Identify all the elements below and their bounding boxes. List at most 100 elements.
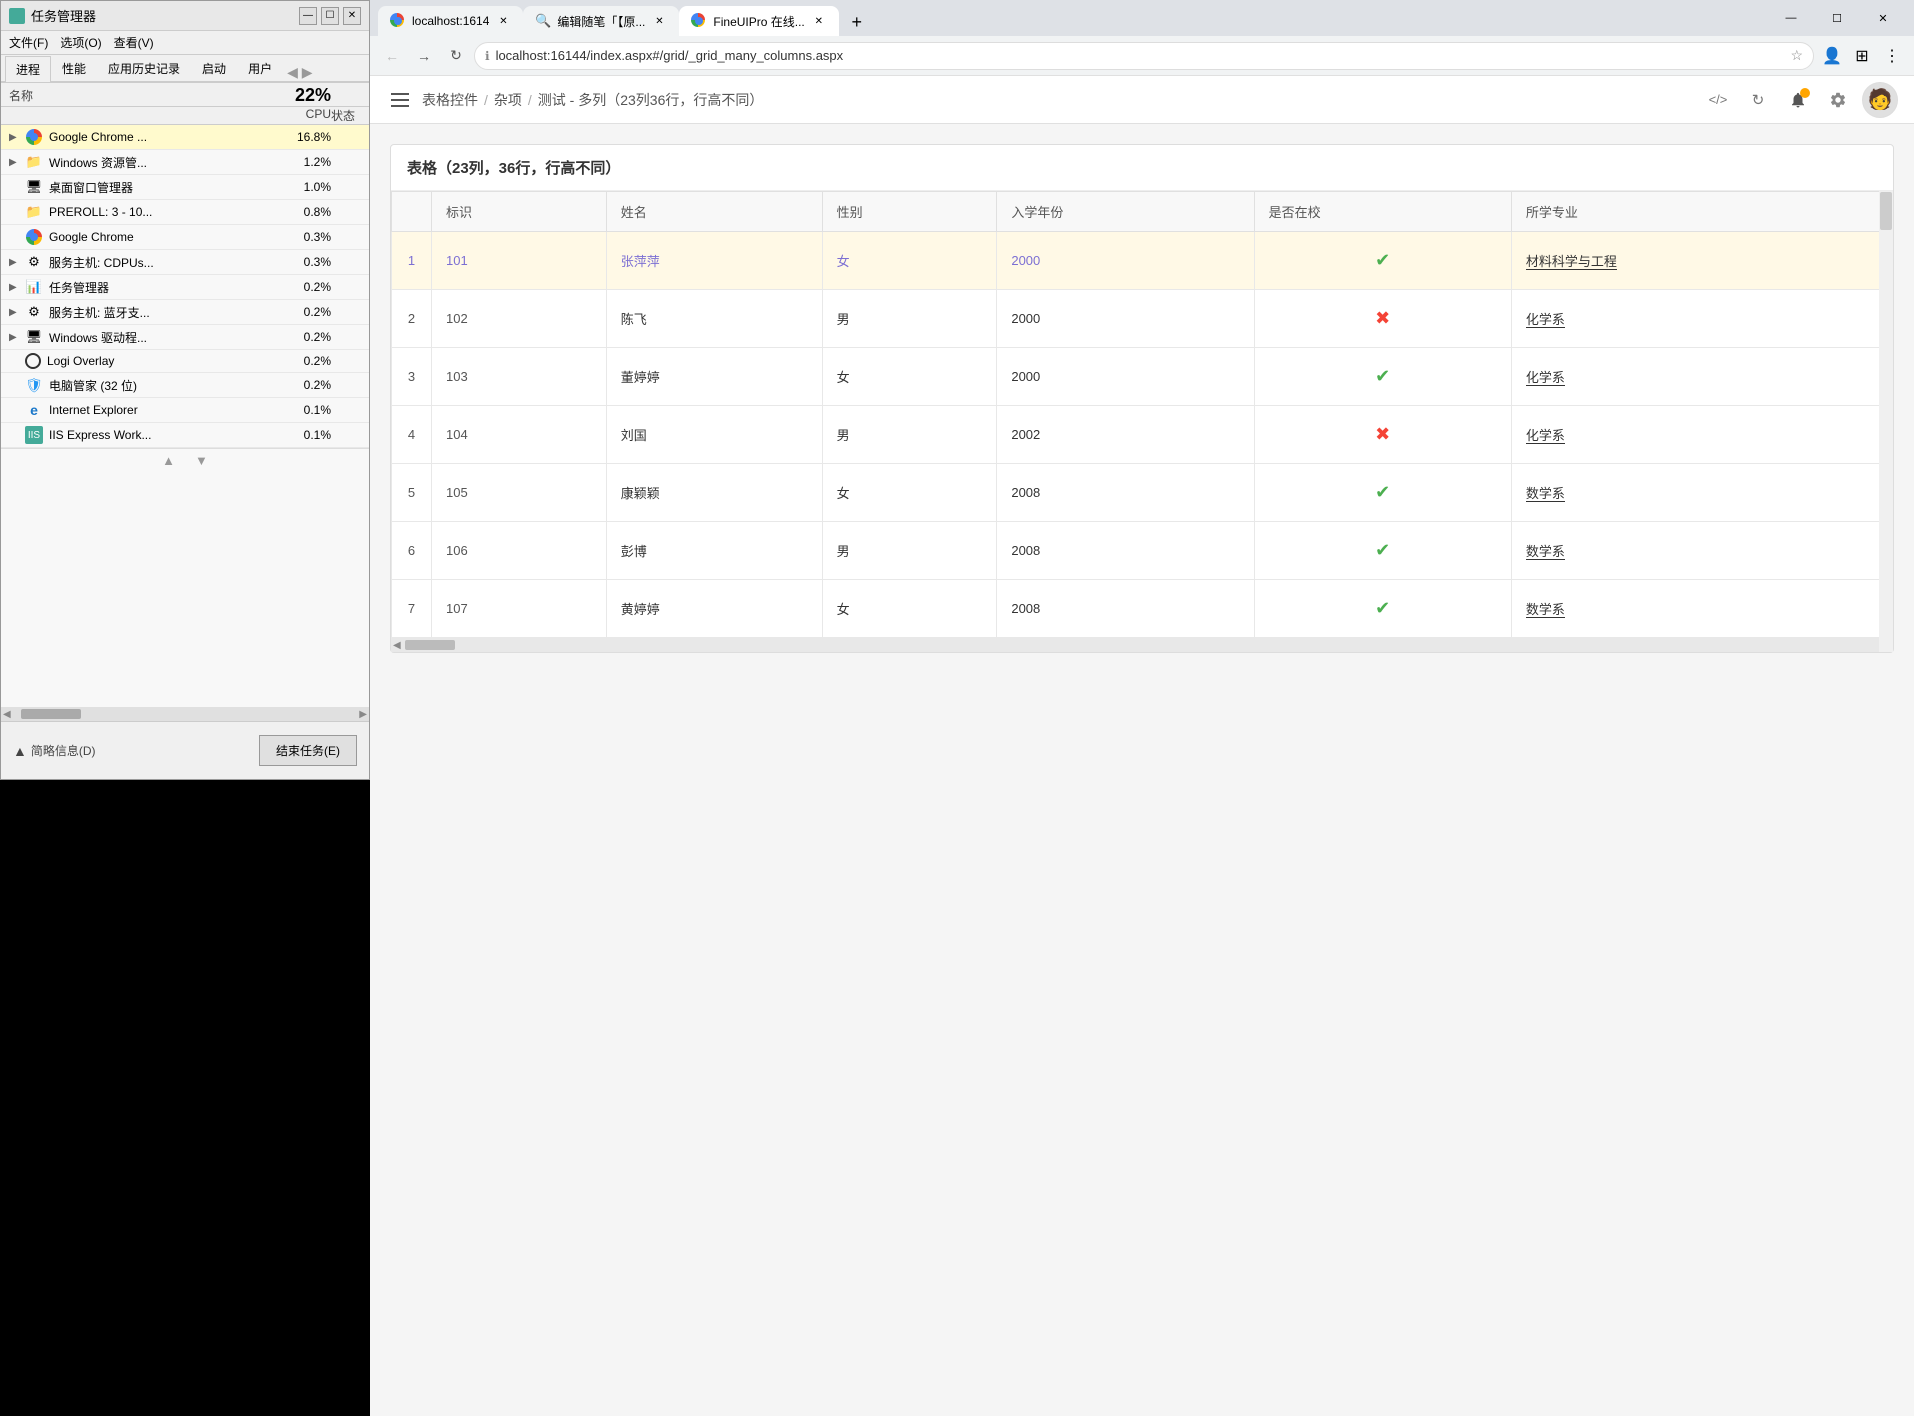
expand-icon[interactable]: ▶ <box>9 257 21 268</box>
list-item[interactable]: ▶ 📁 PREROLL: 3 - 10... 0.8% <box>1 200 369 225</box>
end-task-button[interactable]: 结束任务(E) <box>259 735 357 766</box>
h-scroll-left[interactable]: ◀ <box>393 640 401 651</box>
table-row[interactable]: 4 104 刘国 男 2002 ✖ 化学系 <box>392 406 1893 464</box>
tab-close-2[interactable]: ✕ <box>651 13 667 29</box>
h-scroll-right-btn[interactable]: ▶ <box>359 709 367 720</box>
list-item[interactable]: ▶ Google Chrome 0.3% <box>1 225 369 250</box>
list-item[interactable]: ▶ Logi Overlay 0.2% <box>1 350 369 373</box>
h-scroll-thumb[interactable] <box>405 640 455 650</box>
tab-close-3[interactable]: ✕ <box>811 13 827 29</box>
breadcrumb-item-2[interactable]: 杂项 <box>494 90 522 110</box>
table-row[interactable]: 6 106 彭博 男 2008 ✔ 数学系 <box>392 522 1893 580</box>
expand-icon[interactable]: ▶ <box>9 157 21 168</box>
tm-summary-label[interactable]: 简略信息(D) <box>31 742 96 759</box>
tm-tab-startup[interactable]: 启动 <box>191 55 237 81</box>
more-options-icon[interactable]: ⋮ <box>1878 42 1906 70</box>
list-item[interactable]: ▶ 🛡 电脑管家 (32 位) 0.2% <box>1 373 369 398</box>
expand-icon[interactable]: ▶ <box>9 132 21 143</box>
chrome-close-button[interactable]: ✕ <box>1860 4 1906 32</box>
tab-close-1[interactable]: ✕ <box>495 13 511 29</box>
chrome-tab-1[interactable]: localhost:1614 ✕ <box>378 6 523 36</box>
tm-title-text: 任务管理器 <box>31 6 96 25</box>
col-header-year[interactable]: 入学年份 <box>997 192 1254 232</box>
tm-minimize-button[interactable]: — <box>299 7 317 25</box>
col-header-id[interactable]: 标识 <box>432 192 607 232</box>
list-item[interactable]: ▶ 📁 Windows 资源管... 1.2% <box>1 150 369 175</box>
tm-bottom-bar: ▲ 简略信息(D) 结束任务(E) <box>1 721 369 779</box>
cell-rownum: 4 <box>392 406 432 464</box>
tm-menu-file[interactable]: 文件(F) <box>9 34 48 51</box>
tm-tab-users[interactable]: 用户 <box>237 55 283 81</box>
sidebar-toggle-button[interactable] <box>386 86 414 114</box>
table-row[interactable]: 7 107 黄婷婷 女 2008 ✔ 数学系 <box>392 580 1893 638</box>
dept-link[interactable]: 数学系 <box>1526 602 1565 618</box>
name-link[interactable]: 张萍萍 <box>621 254 660 269</box>
settings-button[interactable] <box>1822 84 1854 116</box>
col-header-enrolled[interactable]: 是否在校 <box>1254 192 1511 232</box>
list-item[interactable]: ▶ e Internet Explorer 0.1% <box>1 398 369 423</box>
address-text[interactable]: localhost:16144/index.aspx#/grid/_grid_m… <box>496 48 1785 63</box>
tm-menu-view[interactable]: 查看(V) <box>114 34 154 51</box>
tm-maximize-button[interactable]: ☐ <box>321 7 339 25</box>
list-item[interactable]: ▶ ⚙ 服务主机: CDPUs... 0.3% <box>1 250 369 275</box>
list-item[interactable]: ▶ IIS IIS Express Work... 0.1% <box>1 423 369 448</box>
address-bar[interactable]: ℹ localhost:16144/index.aspx#/grid/_grid… <box>474 42 1814 70</box>
cell-gender: 女 <box>822 580 997 638</box>
tm-tab-processes[interactable]: 进程 <box>5 56 51 82</box>
chrome-minimize-button[interactable]: — <box>1768 4 1814 32</box>
tm-tab-performance[interactable]: 性能 <box>51 55 97 81</box>
expand-icon[interactable]: ▶ <box>9 332 21 343</box>
scroll-down-icon[interactable]: ▼ <box>195 453 208 468</box>
horizontal-scrollbar[interactable]: ◀ ▶ <box>391 638 1893 652</box>
expand-icon[interactable]: ▶ <box>9 282 21 293</box>
extensions-icon[interactable]: ⊞ <box>1848 42 1876 70</box>
back-button[interactable]: ← <box>378 42 406 70</box>
expand-icon[interactable]: ▶ <box>9 307 21 318</box>
tm-menu-options[interactable]: 选项(O) <box>60 34 101 51</box>
chrome-maximize-button[interactable]: ☐ <box>1814 4 1860 32</box>
list-item[interactable]: ▶ 📊 任务管理器 0.2% <box>1 275 369 300</box>
tm-horizontal-scrollbar[interactable]: ◀ ▶ <box>1 707 369 721</box>
table-row[interactable]: 1 101 张萍萍 女 2000 ✔ 材料科学与工程 <box>392 232 1893 290</box>
col-header-gender[interactable]: 性别 <box>822 192 997 232</box>
tm-tab-app-history[interactable]: 应用历史记录 <box>97 55 191 81</box>
chrome-tab-2[interactable]: 🔍 编辑随笔「【原... ✕ <box>523 6 679 36</box>
dept-link[interactable]: 数学系 <box>1526 486 1565 502</box>
vertical-scrollbar-thumb[interactable] <box>1880 192 1892 230</box>
notification-button[interactable] <box>1782 84 1814 116</box>
dept-link[interactable]: 材料科学与工程 <box>1526 254 1617 270</box>
list-item[interactable]: ▶ 🖥 桌面窗口管理器 1.0% <box>1 175 369 200</box>
bookmark-icon[interactable]: ☆ <box>1790 47 1803 64</box>
user-avatar[interactable]: 🧑 <box>1862 82 1898 118</box>
vertical-scrollbar[interactable] <box>1879 191 1893 652</box>
scroll-up-icon[interactable]: ▲ <box>162 453 175 468</box>
h-scroll-thumb[interactable] <box>21 709 81 719</box>
col-header-name[interactable]: 姓名 <box>606 192 822 232</box>
user-profile-icon[interactable]: 👤 <box>1818 42 1846 70</box>
list-item[interactable]: ▶ 🖥 Windows 驱动程... 0.2% <box>1 325 369 350</box>
dept-link[interactable]: 化学系 <box>1526 370 1565 386</box>
table-row[interactable]: 3 103 董婷婷 女 2000 ✔ 化学系 <box>392 348 1893 406</box>
new-tab-button[interactable]: + <box>843 8 871 36</box>
table-row[interactable]: 2 102 陈飞 男 2000 ✖ 化学系 <box>392 290 1893 348</box>
forward-button[interactable]: → <box>410 42 438 70</box>
process-cpu: 0.1% <box>261 428 331 442</box>
refresh-page-button[interactable]: ↻ <box>1742 84 1774 116</box>
dept-link[interactable]: 数学系 <box>1526 544 1565 560</box>
table-row[interactable]: 5 105 康颖颖 女 2008 ✔ 数学系 <box>392 464 1893 522</box>
process-cpu: 0.3% <box>261 230 331 244</box>
breadcrumb-item-1[interactable]: 表格控件 <box>422 90 478 110</box>
col-header-dept[interactable]: 所学专业 <box>1511 192 1892 232</box>
list-item[interactable]: ▶ Google Chrome ... 16.8% <box>1 125 369 150</box>
h-scroll-left-btn[interactable]: ◀ <box>3 709 11 720</box>
dept-link[interactable]: 化学系 <box>1526 312 1565 328</box>
cell-enrolled: ✔ <box>1254 464 1511 522</box>
list-item[interactable]: ▶ ⚙ 服务主机: 蓝牙支... 0.2% <box>1 300 369 325</box>
table-scroll-container[interactable]: 标识 姓名 性别 入学年份 是否在校 所学专业 1 101 张萍萍 女 2000 <box>391 191 1893 652</box>
chrome-tab-3[interactable]: FineUIPro 在线... ✕ <box>679 6 838 36</box>
refresh-button[interactable]: ↻ <box>442 42 470 70</box>
cell-enrolled: ✔ <box>1254 522 1511 580</box>
tm-close-button[interactable]: ✕ <box>343 7 361 25</box>
code-view-button[interactable]: </> <box>1702 84 1734 116</box>
dept-link[interactable]: 化学系 <box>1526 428 1565 444</box>
